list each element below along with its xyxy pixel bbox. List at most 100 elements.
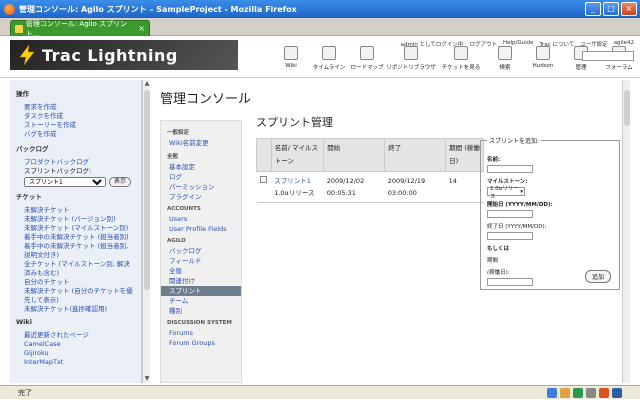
sidebar-link[interactable]: 最近更新されたページ [16,331,135,340]
sidebar-link[interactable]: 要求を作成 [16,103,135,112]
start-date: 2009/12/02 [326,177,365,185]
scroll-up-icon[interactable]: ▲ [143,80,151,88]
sidebar-link[interactable]: 未解決チケット (マイルストーン別) [16,224,135,233]
sidebar-link[interactable]: 着手中の未解決チケット (担当者別, 説明文付き) [16,242,135,260]
name-label: 名前: [487,157,501,163]
extension-icon[interactable] [573,387,583,398]
logo-text: Trac Lightning [42,45,178,65]
admin-nav-item[interactable]: User Profile Fields [161,224,241,234]
tab-close-icon[interactable]: × [138,24,145,33]
nav-label: ロードマップ [350,65,384,71]
sidebar-link[interactable]: Gijiroku [16,349,135,358]
admin-nav-item-active[interactable]: スプリント [161,286,241,296]
header-search-input[interactable] [582,51,634,61]
admin-nav-item[interactable]: Wiki名前変更 [161,138,241,148]
sprint-table: 名前/ マイルストーン 開始 終了 期間 (稼働日) スプリント1 1.0αリリ… [256,138,484,203]
admin-nav-item[interactable]: バックログ [161,246,241,256]
end-date: 2009/12/19 [387,177,426,185]
admin-nav-item[interactable]: Forums [161,328,241,338]
sprint-name-link[interactable]: スプリント1 [274,175,321,187]
main-scroll-thumb[interactable] [624,90,630,126]
admin-nav-item[interactable]: チーム [161,296,241,306]
addon-icon[interactable] [560,387,570,398]
add-button[interactable]: 追加 [584,270,611,283]
sidebar-link[interactable]: 未解決チケット(進捗確認用) [16,305,135,314]
admin-nav-item[interactable]: 全般 [161,266,241,276]
admin-nav-heading: DISCUSSION SYSTEM [167,320,232,326]
sidebar-link[interactable]: 自分のチケット [16,278,135,287]
wiki-icon [284,46,298,60]
sidebar-link[interactable]: 未解決チケット [16,206,135,215]
close-window-button[interactable]: × [621,2,637,16]
nav-label: チケットを見る [441,65,481,71]
row-checkbox[interactable] [259,176,267,183]
status-text: 完了 [18,388,32,397]
main-scrollbar[interactable] [622,80,630,383]
admin-nav: 一般設定 Wiki名前変更 全般 基本設定 ログ パーミッション プラグイン A… [160,120,242,383]
sidebar-scroll-thumb[interactable] [144,90,150,290]
admin-nav-item[interactable]: 基本設定 [161,162,241,172]
admin-nav-heading: ACCOUNTS [167,206,201,212]
nav-browser[interactable]: リポジトリブラウザ [386,46,436,71]
end-date-label: 終了日 (YYYY/MM/DD): [487,224,547,230]
table-header-checkbox [256,138,272,172]
admin-nav-item[interactable]: ログ [161,172,241,182]
settings-icon[interactable] [586,387,596,398]
firefox-status-icon[interactable] [599,387,609,398]
hudson-icon [536,46,550,60]
sidebar-scrollbar[interactable]: ▲ ▼ [142,80,150,383]
sidebar-link[interactable]: プロダクトバックログ [16,158,135,167]
scroll-down-icon[interactable]: ▼ [143,375,151,383]
nav-tickets[interactable]: チケットを見る [436,46,486,71]
form-legend: スプリントを追加: [487,136,542,145]
maximize-button[interactable]: □ [603,2,619,16]
sprint-backlog-label: スプリントバックログ: [24,167,92,175]
nav-timeline[interactable]: タイムライン [310,46,348,71]
start-date-input[interactable] [487,210,533,218]
nav-search[interactable]: 検索 [486,46,524,71]
table-header: 名前/ マイルストーン [270,138,325,172]
admin-nav-item[interactable]: パーミッション [161,182,241,192]
admin-nav-item[interactable]: Users [161,214,241,224]
page-title: 管理コンソール [160,92,252,107]
milestone-select[interactable]: 1.0αリリース ▾ [487,186,525,200]
admin-nav-item[interactable]: フィールド [161,256,241,266]
or-label: もしくは [487,246,510,252]
sidebar-link[interactable]: 全チケット (マイルストーン別, 解決済みも含む) [16,260,135,278]
sidebar-link[interactable]: 着手中の未解決チケット (担当者別) [16,233,135,242]
duration-input[interactable] [487,278,533,286]
table-header: 期間 (稼働日) [445,138,484,172]
sidebar-link[interactable]: タスクを作成 [16,112,135,121]
sprint-select[interactable]: スプリント1 [24,177,106,187]
sprint-name-input[interactable] [487,165,533,173]
admin-nav-item[interactable]: 種別 [161,306,241,316]
nav-label: 検索 [499,65,511,71]
firefox-icon [4,3,15,15]
ticket-icon [454,46,468,60]
sidebar-link[interactable]: ストーリーを作成 [16,121,135,130]
show-button[interactable]: 表示 [109,177,132,187]
sidebar-link[interactable]: InterMapTxt [16,358,135,367]
nav-label: Hudson [532,63,554,69]
table-cell [256,171,272,203]
search-icon [498,46,512,60]
globe-icon[interactable] [547,387,557,398]
sidebar-link[interactable]: CamelCase [16,340,135,349]
status-bar: 完了 [0,385,640,399]
minimize-button[interactable]: _ [585,2,601,16]
nav-label: Wiki [285,63,297,69]
admin-nav-item[interactable]: 関連付け [161,276,241,286]
nav-wiki[interactable]: Wiki [272,46,310,71]
browser-tab[interactable]: 管理コンソール: Agilo スプリント... × [10,20,150,38]
trac-lightning-logo[interactable]: Trac Lightning [10,40,238,70]
sidebar-link[interactable]: 未解決チケット (バージョン別) [16,215,135,224]
milestone-select-value: 1.0αリリース [490,185,519,200]
nav-hudson[interactable]: Hudson [524,46,562,71]
sidebar-link[interactable]: 未解決チケット (自分のチケットを優先して表示) [16,287,135,305]
nav-roadmap[interactable]: ロードマップ [348,46,386,71]
mail-icon[interactable] [612,387,622,398]
admin-nav-item[interactable]: Forum Groups [161,338,241,348]
sidebar-link[interactable]: バグを作成 [16,130,135,139]
admin-nav-item[interactable]: プラグイン [161,192,241,202]
end-date-input[interactable] [487,232,533,240]
